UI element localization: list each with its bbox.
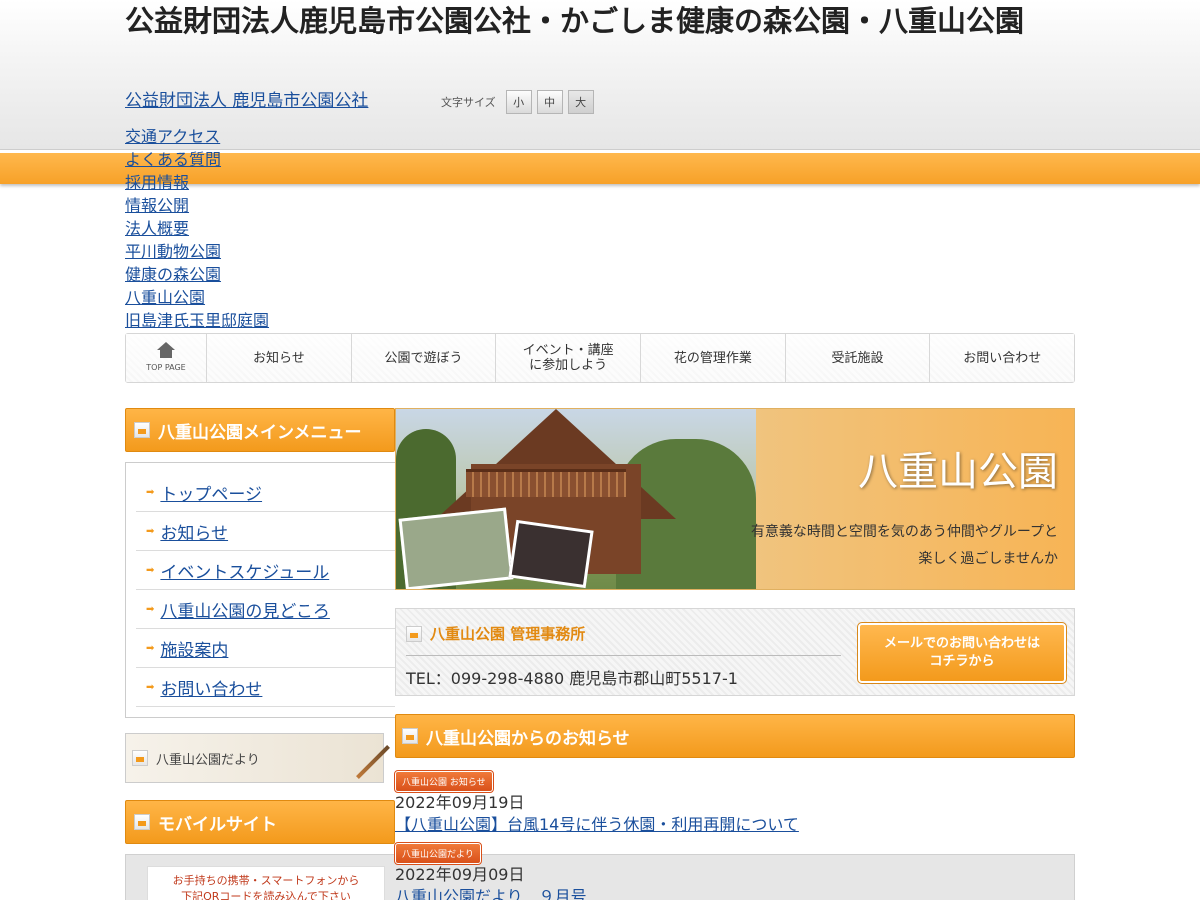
link-yaeyama[interactable]: 八重山公園 bbox=[125, 288, 205, 307]
foundation-link[interactable]: 公益財団法人 鹿児島市公園公社 bbox=[125, 86, 368, 111]
sidebar-item-contact[interactable]: ➡ お問い合わせ bbox=[136, 668, 395, 707]
link-hirakawa-zoo[interactable]: 平川動物公園 bbox=[125, 242, 221, 261]
cabin-balcony bbox=[466, 469, 626, 497]
hero-inset-photo bbox=[398, 507, 514, 589]
mail-button-line-2: コチラから bbox=[929, 654, 995, 669]
divider bbox=[406, 655, 841, 656]
font-size-medium-button[interactable]: 中 bbox=[536, 90, 563, 114]
font-size-label: 文字サイズ bbox=[441, 96, 496, 109]
office-name: 八重山公園 管理事務所 bbox=[406, 623, 585, 644]
news-item: 八重山公園 お知らせ 2022年09月19日 【八重山公園】台風14号に伴う休園… bbox=[394, 770, 799, 836]
mobile-site-title: モバイルサイト bbox=[125, 800, 395, 844]
nav-events[interactable]: イベント・講座に参加しよう bbox=[495, 334, 641, 382]
link-tamazato[interactable]: 旧島津氏玉里邸庭園 bbox=[125, 311, 269, 330]
sidebar-menu: ➡ トップページ ➡ お知らせ ➡ イベントスケジュール ➡ 八重山公園の見どころ ➡ 施… bbox=[125, 462, 395, 718]
utility-links: 交通アクセス よくある質問 採用情報 情報公開 法人概要 平川動物公園 健康の森… bbox=[125, 125, 269, 332]
sidebar-item-news[interactable]: ➡ お知らせ bbox=[136, 512, 395, 551]
mobile-site-title-text: モバイルサイト bbox=[158, 814, 277, 835]
sidebar-menu-title-text: 八重山公園メインメニュー bbox=[158, 422, 362, 443]
link-about[interactable]: 法人概要 bbox=[125, 219, 189, 238]
sidebar-item-contact-link[interactable]: お問い合わせ bbox=[160, 675, 262, 700]
hero-title: 八重山公園 bbox=[858, 449, 1058, 495]
news-title-link[interactable]: 八重山公園だより ９月号 bbox=[395, 887, 587, 900]
news-category-badge: 八重山公園だより bbox=[394, 842, 482, 865]
sidebar-item-top[interactable]: ➡ トップページ bbox=[136, 473, 395, 512]
park-icon bbox=[134, 814, 150, 830]
arrow-icon: ➡ bbox=[146, 564, 155, 576]
arrow-icon: ➡ bbox=[146, 486, 155, 498]
news-date: 2022年09月19日 bbox=[395, 793, 525, 812]
pencil-icon bbox=[356, 745, 390, 779]
nav-flowers[interactable]: 花の管理作業 bbox=[640, 334, 785, 382]
font-size-small-button[interactable]: 小 bbox=[505, 90, 532, 114]
news-category-badge: 八重山公園 お知らせ bbox=[394, 770, 494, 793]
nav-top-page[interactable]: TOP PAGE bbox=[126, 334, 206, 382]
park-icon bbox=[134, 422, 150, 438]
global-nav: TOP PAGE お知らせ 公園で遊ぼう イベント・講座に参加しよう 花の管理作… bbox=[125, 333, 1075, 383]
font-size-large-button[interactable]: 大 bbox=[567, 90, 594, 114]
sidebar-item-facilities[interactable]: ➡ 施設案内 bbox=[136, 629, 395, 668]
park-icon bbox=[406, 625, 422, 642]
home-icon bbox=[157, 341, 175, 358]
mobile-note-line-2: 下記QRコードを読み込んで下さい bbox=[181, 890, 351, 900]
arrow-icon: ➡ bbox=[146, 525, 155, 537]
mail-button-line-1: メールでのお問い合わせは bbox=[883, 636, 1040, 651]
sidebar-menu-title: 八重山公園メインメニュー bbox=[125, 408, 395, 452]
hero-banner: 八重山公園 有意義な時間と空間を気のあう仲間やグループと 楽しく過ごしませんか bbox=[395, 408, 1075, 590]
sidebar-item-top-link[interactable]: トップページ bbox=[160, 480, 262, 505]
link-kenko-no-mori[interactable]: 健康の森公園 bbox=[125, 265, 221, 284]
arrow-icon: ➡ bbox=[146, 681, 155, 693]
news-section-title: 八重山公園からのお知らせ bbox=[395, 714, 1075, 758]
sidebar-item-news-link[interactable]: お知らせ bbox=[160, 519, 228, 544]
sidebar-item-highlights[interactable]: ➡ 八重山公園の見どころ bbox=[136, 590, 395, 629]
nav-contact[interactable]: お問い合わせ bbox=[929, 334, 1075, 382]
hero-tagline-line-2: 楽しく過ごしませんか bbox=[918, 551, 1058, 567]
link-disclosure[interactable]: 情報公開 bbox=[125, 196, 189, 215]
office-tel: TEL：099-298-4880 鹿児島市郡山町5517-1 bbox=[406, 669, 738, 688]
sidebar-item-events-link[interactable]: イベントスケジュール bbox=[160, 558, 329, 583]
office-info: 八重山公園 管理事務所 TEL：099-298-4880 鹿児島市郡山町5517… bbox=[395, 608, 1075, 696]
hero-inset-photo bbox=[508, 519, 594, 589]
sidebar-item-highlights-link[interactable]: 八重山公園の見どころ bbox=[160, 597, 330, 622]
arrow-icon: ➡ bbox=[146, 642, 155, 654]
link-access[interactable]: 交通アクセス bbox=[125, 127, 220, 146]
font-size-switcher: 文字サイズ 小 中 大 bbox=[441, 90, 599, 114]
nav-news[interactable]: お知らせ bbox=[206, 334, 351, 382]
nav-events-label: イベント・講座に参加しよう bbox=[522, 343, 614, 373]
mobile-note-line-1: お手持ちの携帯・スマートフォンから bbox=[172, 874, 360, 887]
nav-facilities[interactable]: 受託施設 bbox=[784, 334, 930, 382]
park-icon bbox=[402, 728, 418, 744]
sidebar-item-facilities-link[interactable]: 施設案内 bbox=[160, 636, 228, 661]
hero-tagline-line-1: 有意義な時間と空間を気のあう仲間やグループと bbox=[750, 524, 1058, 540]
nav-play[interactable]: 公園で遊ぼう bbox=[350, 334, 496, 382]
newsletter-label: 八重山公園だより bbox=[156, 752, 260, 768]
link-recruit[interactable]: 採用情報 bbox=[125, 173, 189, 192]
nav-top-page-label: TOP PAGE bbox=[146, 362, 186, 372]
mobile-note: お手持ちの携帯・スマートフォンから 下記QRコードを読み込んで下さい bbox=[147, 866, 385, 900]
arrow-icon: ➡ bbox=[146, 603, 155, 615]
hero-tagline: 有意義な時間と空間を気のあう仲間やグループと 楽しく過ごしませんか bbox=[751, 519, 1058, 573]
link-faq[interactable]: よくある質問 bbox=[125, 150, 221, 169]
sidebar-item-events[interactable]: ➡ イベントスケジュール bbox=[136, 551, 395, 590]
site-title: 公益財団法人鹿児島市公園公社・かごしま健康の森公園・八重山公園 bbox=[125, 4, 1025, 38]
office-name-text: 八重山公園 管理事務所 bbox=[430, 625, 586, 643]
park-icon bbox=[132, 750, 148, 766]
mail-contact-button[interactable]: メールでのお問い合わせは コチラから bbox=[857, 622, 1067, 684]
newsletter-banner[interactable]: 八重山公園だより bbox=[125, 733, 390, 783]
news-item: 八重山公園だより 2022年09月09日 八重山公園だより ９月号 bbox=[394, 842, 587, 900]
news-date: 2022年09月09日 bbox=[395, 865, 525, 884]
news-section-title-text: 八重山公園からのお知らせ bbox=[426, 728, 630, 749]
news-title-link[interactable]: 【八重山公園】台風14号に伴う休園・利用再開について bbox=[395, 815, 799, 834]
